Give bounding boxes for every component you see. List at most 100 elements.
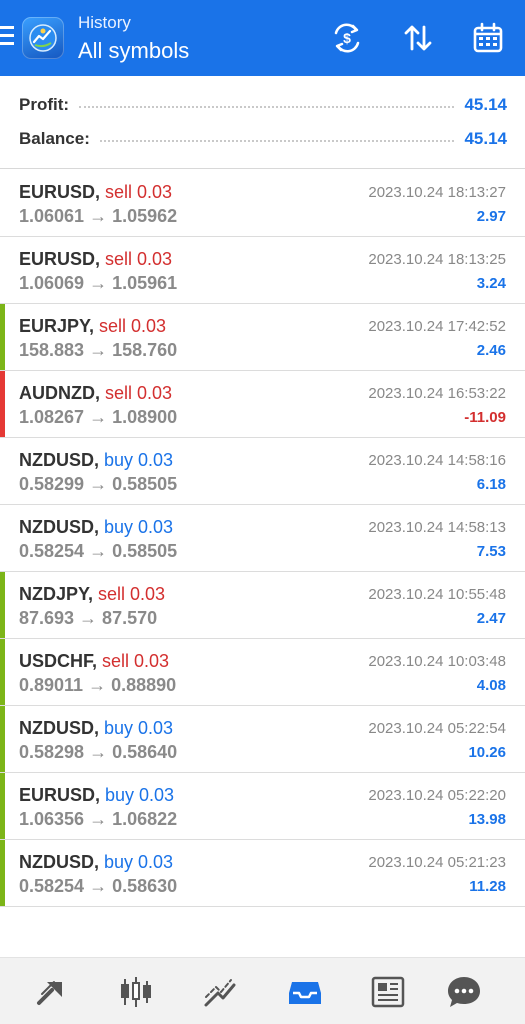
dotted-leader [99, 140, 455, 142]
deal-profit: 3.24 [476, 275, 506, 292]
deal-row[interactable]: NZDUSD, buy 0.03 0.58299 → 0.58505 2023.10.… [0, 438, 525, 505]
deal-profit: 6.18 [476, 476, 506, 493]
deal-indicator-bar [0, 438, 5, 504]
deal-profit: 2.47 [476, 610, 506, 627]
deal-indicator-bar [0, 505, 5, 571]
deal-profit: 2.97 [476, 208, 506, 225]
deal-indicator-bar [0, 170, 5, 236]
deal-side: buy 0.03 [104, 517, 174, 537]
profit-label: Profit: [19, 95, 70, 114]
bottom-nav [0, 957, 525, 1024]
calendar-icon[interactable] [468, 18, 508, 58]
deal-symbol: AUDNZD, [19, 383, 100, 403]
deal-side: sell 0.03 [105, 383, 173, 403]
news-icon[interactable] [368, 972, 408, 1012]
deal-prices: 1.08267 → 1.08900 [19, 407, 178, 427]
deal-row[interactable]: NZDJPY, sell 0.03 87.693 → 87.570 2023.10.2… [0, 572, 525, 639]
quotes-icon[interactable] [32, 972, 72, 1012]
deal-indicator-bar [0, 371, 5, 437]
deal-prices: 1.06356 → 1.06822 [19, 809, 178, 829]
deal-side: sell 0.03 [105, 249, 173, 269]
app-logo [22, 17, 64, 59]
deal-symbol: NZDUSD, [19, 852, 99, 872]
sort-icon[interactable] [398, 18, 438, 58]
deal-indicator-bar [0, 706, 5, 772]
deal-indicator-bar [0, 773, 5, 839]
deal-side: sell 0.03 [99, 316, 167, 336]
deal-row[interactable]: EURJPY, sell 0.03 158.883 → 158.760 2023.10… [0, 304, 525, 371]
deal-indicator-bar [0, 639, 5, 705]
profit-row: Profit: 45.14 [19, 93, 507, 117]
deal-symbol: NZDUSD, [19, 718, 99, 738]
deal-profit: 4.08 [476, 677, 506, 694]
deal-side: sell 0.03 [102, 651, 170, 671]
deal-symbol: EURUSD, [19, 785, 101, 805]
deal-profit: 11.28 [469, 878, 506, 895]
deal-symbol: EURUSD, [19, 249, 101, 269]
deal-row[interactable]: NZDUSD, buy 0.03 0.58254 → 0.58630 2023.10.… [0, 840, 525, 907]
deal-time: 2023.10.24 14:58:13 [368, 519, 506, 536]
deal-prices: 1.06061 → 1.05962 [19, 206, 178, 226]
deal-time: 2023.10.24 16:53:22 [368, 385, 506, 402]
deal-side: sell 0.03 [105, 182, 173, 202]
deal-row[interactable]: EURUSD, sell 0.03 1.06069 → 1.05961 2023.10… [0, 237, 525, 304]
deal-row[interactable]: NZDUSD, buy 0.03 0.58298 → 0.58640 2023.10.… [0, 706, 525, 773]
deal-symbol: NZDUSD, [19, 517, 99, 537]
deal-prices: 0.58254 → 0.58630 [19, 876, 178, 896]
deal-time: 2023.10.24 17:42:52 [368, 318, 506, 335]
deal-time: 2023.10.24 18:13:27 [368, 184, 506, 201]
deal-time: 2023.10.24 18:13:25 [368, 251, 506, 268]
deal-symbol: EURJPY, [19, 316, 95, 336]
deal-indicator-bar [0, 840, 5, 906]
trade-icon[interactable] [200, 972, 240, 1012]
deal-prices: 158.883 → 158.760 [19, 340, 178, 360]
deal-row[interactable]: EURUSD, buy 0.03 1.06356 → 1.06822 2023.10.… [0, 773, 525, 840]
balance-label: Balance: [19, 129, 90, 148]
deal-symbol: EURUSD, [19, 182, 101, 202]
deal-side: buy 0.03 [104, 718, 174, 738]
profit-value: 45.14 [464, 95, 507, 114]
deal-time: 2023.10.24 10:03:48 [368, 653, 506, 670]
deal-side: sell 0.03 [98, 584, 166, 604]
currency-exchange-icon[interactable]: $ [327, 18, 367, 58]
deal-prices: 0.89011 → 0.88890 [19, 675, 177, 695]
deal-profit: 7.53 [476, 543, 506, 560]
deal-time: 2023.10.24 10:55:48 [368, 586, 506, 603]
account-summary: Profit: 45.14 Balance: 45.14 [0, 76, 525, 169]
deal-indicator-bar [0, 572, 5, 638]
deal-row[interactable]: EURUSD, sell 0.03 1.06061 → 1.05962 2023.10… [0, 170, 525, 237]
deal-time: 2023.10.24 05:22:20 [368, 787, 506, 804]
balance-row: Balance: 45.14 [19, 127, 507, 151]
deal-indicator-bar [0, 237, 5, 303]
deal-prices: 0.58254 → 0.58505 [19, 541, 178, 561]
history-icon[interactable] [285, 972, 325, 1012]
deal-row[interactable]: USDCHF, sell 0.03 0.89011 → 0.88890 2023.10… [0, 639, 525, 706]
messages-icon[interactable] [444, 972, 484, 1012]
deal-time: 2023.10.24 14:58:16 [368, 452, 506, 469]
deal-profit: 2.46 [476, 342, 506, 359]
deal-list: EURUSD, sell 0.03 1.06061 → 1.05962 2023.10… [0, 170, 525, 907]
deal-row[interactable]: NZDUSD, buy 0.03 0.58254 → 0.58505 2023.10.… [0, 505, 525, 572]
menu-icon[interactable] [0, 26, 14, 48]
screen-subtitle: History [78, 13, 131, 32]
deal-side: buy 0.03 [104, 450, 174, 470]
balance-value: 45.14 [464, 129, 507, 148]
deal-prices: 0.58299 → 0.58505 [19, 474, 178, 494]
deal-symbol: NZDUSD, [19, 450, 99, 470]
dotted-leader [79, 106, 455, 108]
deal-time: 2023.10.24 05:21:23 [368, 854, 506, 871]
deal-indicator-bar [0, 304, 5, 370]
symbol-filter-title[interactable]: All symbols [78, 38, 189, 64]
deal-profit: 13.98 [468, 811, 506, 828]
svg-text:$: $ [343, 30, 351, 46]
deal-row[interactable]: AUDNZD, sell 0.03 1.08267 → 1.08900 2023.10… [0, 371, 525, 438]
chart-icon[interactable] [116, 972, 156, 1012]
deal-profit: -11.09 [464, 409, 506, 426]
deal-symbol: USDCHF, [19, 651, 98, 671]
deal-symbol: NZDJPY, [19, 584, 94, 604]
deal-time: 2023.10.24 05:22:54 [368, 720, 506, 737]
deal-side: buy 0.03 [105, 785, 175, 805]
deal-prices: 87.693 → 87.570 [19, 608, 158, 628]
top-bar: History All symbols $ [0, 0, 525, 76]
deal-prices: 0.58298 → 0.58640 [19, 742, 178, 762]
